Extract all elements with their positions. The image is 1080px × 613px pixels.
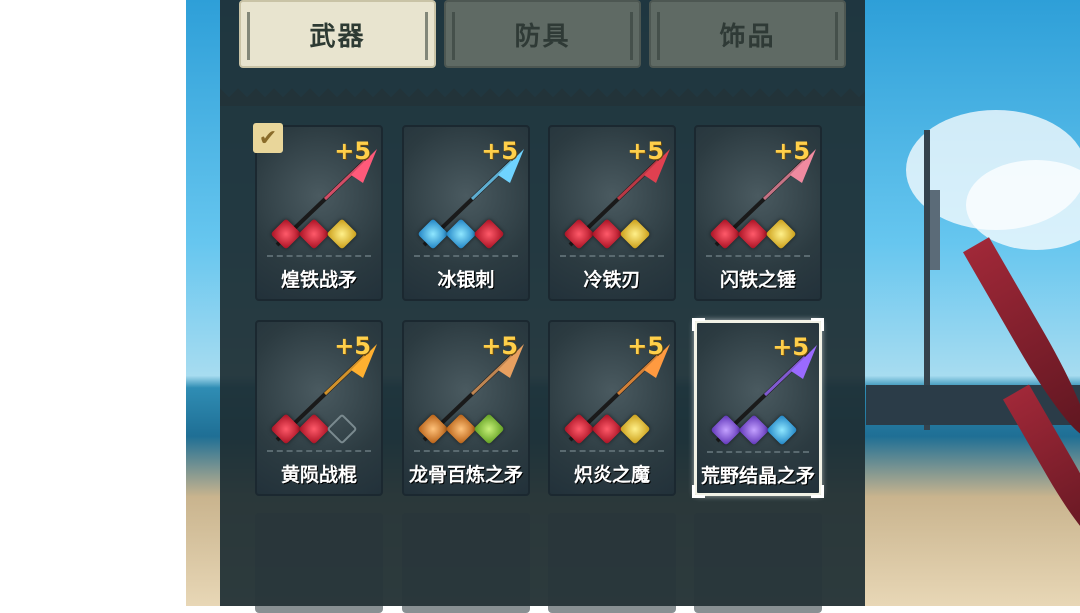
yellow-gem-icon	[619, 413, 651, 445]
empty-slot	[402, 513, 530, 613]
weapon-name: 闪铁之锤	[719, 269, 796, 291]
red-gem-icon	[298, 413, 330, 445]
category-tabs: 武器 防具 饰品	[239, 0, 846, 70]
yellow-gem-icon	[326, 218, 358, 250]
separator	[707, 451, 809, 453]
panel-divider	[220, 88, 865, 106]
red-gem-icon	[270, 218, 302, 250]
purple-gem-icon	[710, 414, 742, 446]
tab-label: 饰品	[719, 21, 776, 52]
gem-sockets	[563, 413, 651, 445]
weapon-slot[interactable]: +5 冰银刺	[402, 125, 530, 301]
upgrade-level: +5	[627, 332, 664, 360]
weapon-name: 煌铁战矛	[280, 269, 357, 291]
weapon-slot[interactable]: +5 炽炎之魔	[548, 320, 676, 496]
weapon-name: 龙骨百炼之矛	[408, 464, 523, 486]
tab-armor[interactable]: 防具	[444, 0, 641, 68]
gem-sockets	[270, 413, 358, 445]
upgrade-level: +5	[481, 137, 518, 165]
empty-socket-icon	[326, 413, 358, 445]
weapon-slot[interactable]: +5 龙骨百炼之矛	[402, 320, 530, 496]
ship-flag	[930, 190, 940, 270]
separator	[414, 450, 518, 452]
weapon-name: 黄陨战棍	[280, 464, 357, 486]
selection-corner	[811, 485, 824, 498]
separator	[706, 255, 810, 257]
tab-right-ornament	[815, 12, 838, 60]
weapon-slot[interactable]: +5 荒野结晶之矛	[692, 318, 824, 498]
tab-left-ornament	[452, 12, 475, 60]
tab-label: 武器	[309, 21, 366, 52]
blue-gem-icon	[417, 218, 449, 250]
upgrade-level: +5	[773, 137, 810, 165]
selection-corner	[692, 485, 705, 498]
red-gem-icon	[298, 218, 330, 250]
weapon-slot[interactable]: +5 黄陨战棍	[255, 320, 383, 496]
gem-sockets	[417, 413, 505, 445]
orange-gem-icon	[417, 413, 449, 445]
tab-right-ornament	[405, 12, 428, 60]
red-gem-icon	[737, 218, 769, 250]
red-gem-icon	[270, 413, 302, 445]
red-gem-icon	[709, 218, 741, 250]
purple-gem-icon	[738, 414, 770, 446]
upgrade-level: +5	[334, 332, 371, 360]
separator	[267, 255, 371, 257]
red-gem-icon	[563, 413, 595, 445]
tab-accessories[interactable]: 饰品	[649, 0, 846, 68]
selection-corner	[811, 318, 824, 331]
yellow-gem-icon	[619, 218, 651, 250]
tab-weapons[interactable]: 武器	[239, 0, 436, 68]
orange-gem-icon	[445, 413, 477, 445]
red-gem-icon	[563, 218, 595, 250]
empty-slot	[548, 513, 676, 613]
tab-label: 防具	[514, 21, 571, 52]
yellow-gem-icon	[765, 218, 797, 250]
upgrade-level: +5	[627, 137, 664, 165]
gem-sockets	[709, 218, 797, 250]
separator	[560, 255, 664, 257]
gem-sockets	[270, 218, 358, 250]
green-gem-icon	[473, 413, 505, 445]
gem-sockets	[563, 218, 651, 250]
separator	[267, 450, 371, 452]
blue-gem-icon	[445, 218, 477, 250]
empty-slot	[694, 513, 822, 613]
weapon-name: 冷铁刃	[583, 269, 641, 291]
weapon-slot[interactable]: +5 冷铁刃	[548, 125, 676, 301]
upgrade-level: +5	[481, 332, 518, 360]
gem-sockets	[710, 414, 798, 446]
weapon-name: 炽炎之魔	[573, 464, 650, 486]
weapon-slot[interactable]: +5 煌铁战矛 ✔	[253, 123, 383, 301]
gem-sockets	[417, 218, 505, 250]
tab-right-ornament	[610, 12, 633, 60]
weapon-slot[interactable]: +5 闪铁之锤	[694, 125, 822, 301]
empty-slot	[255, 513, 383, 613]
selection-corner	[692, 318, 705, 331]
upgrade-level: +5	[334, 137, 371, 165]
weapon-name: 冰银刺	[437, 269, 495, 291]
upgrade-level: +5	[772, 333, 809, 361]
separator	[414, 255, 518, 257]
tab-left-ornament	[247, 12, 270, 60]
checkmark-icon: ✔	[253, 123, 283, 153]
red-gem-icon	[473, 218, 505, 250]
separator	[560, 450, 664, 452]
red-gem-icon	[591, 413, 623, 445]
tab-left-ornament	[657, 12, 680, 60]
red-gem-icon	[591, 218, 623, 250]
blue-gem-icon	[766, 414, 798, 446]
weapon-name: 荒野结晶之矛	[700, 465, 815, 487]
